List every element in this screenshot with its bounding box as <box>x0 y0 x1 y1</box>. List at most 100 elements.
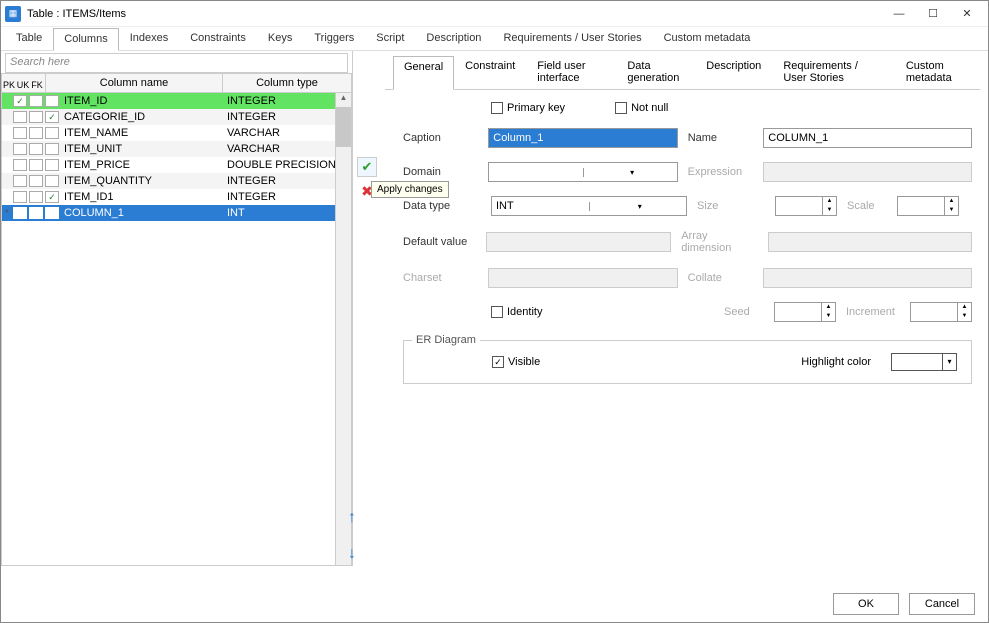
column-type-cell[interactable]: DOUBLE PRECISION <box>223 159 351 171</box>
fk-checkbox[interactable] <box>45 175 59 187</box>
column-type-cell[interactable]: INTEGER <box>223 191 351 203</box>
pk-checkbox[interactable] <box>13 191 27 203</box>
fk-checkbox[interactable] <box>45 191 59 203</box>
table-row[interactable]: ITEM_ID1INTEGER <box>2 189 351 205</box>
scale-spinner[interactable]: ▲▼ <box>897 196 959 216</box>
uk-checkbox[interactable] <box>29 207 43 219</box>
size-spinner[interactable]: ▲▼ <box>775 196 837 216</box>
pk-checkbox[interactable] <box>13 143 27 155</box>
cancel-button[interactable]: Cancel <box>909 593 975 615</box>
header-uk[interactable]: UK <box>16 77 30 89</box>
sub-tab-constraint[interactable]: Constraint <box>454 55 526 89</box>
main-tab-custom-metadata[interactable]: Custom metadata <box>653 27 762 50</box>
apply-button[interactable]: ✔ <box>357 157 377 177</box>
main-tab-columns[interactable]: Columns <box>53 28 118 51</box>
grid-header: PK UK FK Column name Column type <box>1 73 352 93</box>
table-row[interactable]: ITEM_IDINTEGER <box>2 93 351 109</box>
default-input[interactable] <box>486 232 671 252</box>
not-null-checkbox[interactable]: Not null <box>615 102 668 114</box>
pk-checkbox[interactable] <box>13 159 27 171</box>
domain-combo[interactable]: ▾ <box>488 162 677 182</box>
sub-tabs: GeneralConstraintField user interfaceDat… <box>385 55 980 90</box>
table-row[interactable]: ITEM_PRICEDOUBLE PRECISION <box>2 157 351 173</box>
sub-tab-data-generation[interactable]: Data generation <box>616 55 695 89</box>
column-name-cell[interactable]: ITEM_PRICE <box>60 159 223 171</box>
fk-checkbox[interactable] <box>45 95 59 107</box>
uk-checkbox[interactable] <box>29 95 43 107</box>
highlight-color-combo[interactable]: ▾ <box>891 353 957 371</box>
fk-checkbox[interactable] <box>45 127 59 139</box>
column-type-cell[interactable]: VARCHAR <box>223 127 351 139</box>
fk-checkbox[interactable] <box>45 159 59 171</box>
column-name-cell[interactable]: CATEGORIE_ID <box>60 111 223 123</box>
pk-checkbox[interactable] <box>13 111 27 123</box>
sub-tab-custom-metadata[interactable]: Custom metadata <box>895 55 980 89</box>
column-name-cell[interactable]: ITEM_ID <box>60 95 223 107</box>
main-tab-constraints[interactable]: Constraints <box>179 27 257 50</box>
vertical-scrollbar[interactable]: ▲ <box>335 93 351 565</box>
sub-tab-field-user-interface[interactable]: Field user interface <box>526 55 616 89</box>
grid-body: ITEM_IDINTEGERCATEGORIE_IDINTEGERITEM_NA… <box>1 93 352 566</box>
column-name-cell[interactable]: COLUMN_1 <box>60 207 223 219</box>
column-type-cell[interactable]: INTEGER <box>223 95 351 107</box>
fk-checkbox[interactable] <box>45 143 59 155</box>
move-down-button[interactable]: ↓ <box>348 545 356 563</box>
caption-input[interactable] <box>488 128 677 148</box>
move-up-button[interactable]: ↑ <box>348 509 356 527</box>
dialog-buttons: OK Cancel <box>833 593 975 615</box>
main-tab-description[interactable]: Description <box>415 27 492 50</box>
column-type-cell[interactable]: INTEGER <box>223 175 351 187</box>
table-row[interactable]: *COLUMN_1INT <box>2 205 351 221</box>
main-tab-triggers[interactable]: Triggers <box>303 27 365 50</box>
pk-checkbox[interactable] <box>13 95 27 107</box>
table-row[interactable]: ITEM_QUANTITYINTEGER <box>2 173 351 189</box>
uk-checkbox[interactable] <box>29 159 43 171</box>
close-button[interactable]: ✕ <box>950 3 984 25</box>
minimize-button[interactable]: — <box>882 3 916 25</box>
scroll-up-icon[interactable]: ▲ <box>336 93 351 107</box>
ok-button[interactable]: OK <box>833 593 899 615</box>
column-name-cell[interactable]: ITEM_NAME <box>60 127 223 139</box>
visible-checkbox[interactable]: Visible <box>492 356 540 368</box>
table-row[interactable]: ITEM_NAMEVARCHAR <box>2 125 351 141</box>
column-type-cell[interactable]: INTEGER <box>223 111 351 123</box>
uk-checkbox[interactable] <box>29 143 43 155</box>
header-type[interactable]: Column type <box>223 74 351 92</box>
fk-checkbox[interactable] <box>45 207 59 219</box>
sub-tab-description[interactable]: Description <box>695 55 772 89</box>
seed-spinner: ▲▼ <box>774 302 836 322</box>
main-tab-table[interactable]: Table <box>5 27 53 50</box>
uk-checkbox[interactable] <box>29 191 43 203</box>
name-input[interactable] <box>763 128 972 148</box>
header-fk[interactable]: FK <box>30 77 44 89</box>
column-name-cell[interactable]: ITEM_ID1 <box>60 191 223 203</box>
main-tab-keys[interactable]: Keys <box>257 27 303 50</box>
column-name-cell[interactable]: ITEM_UNIT <box>60 143 223 155</box>
main-tab-script[interactable]: Script <box>365 27 415 50</box>
column-type-cell[interactable]: INT <box>223 207 351 219</box>
titlebar: ▦ Table : ITEMS/Items — ☐ ✕ <box>1 1 988 27</box>
sub-tab-general[interactable]: General <box>393 56 454 90</box>
table-row[interactable]: CATEGORIE_IDINTEGER <box>2 109 351 125</box>
sub-tab-requirements-user-stories[interactable]: Requirements / User Stories <box>772 55 895 89</box>
search-input[interactable]: Search here <box>5 53 348 73</box>
uk-checkbox[interactable] <box>29 111 43 123</box>
header-pk[interactable]: PK <box>2 77 16 89</box>
table-row[interactable]: ITEM_UNITVARCHAR <box>2 141 351 157</box>
main-tab-requirements-user-stories[interactable]: Requirements / User Stories <box>492 27 652 50</box>
column-type-cell[interactable]: VARCHAR <box>223 143 351 155</box>
identity-checkbox[interactable]: Identity <box>491 306 542 318</box>
maximize-button[interactable]: ☐ <box>916 3 950 25</box>
fk-checkbox[interactable] <box>45 111 59 123</box>
column-name-cell[interactable]: ITEM_QUANTITY <box>60 175 223 187</box>
main-tab-indexes[interactable]: Indexes <box>119 27 180 50</box>
uk-checkbox[interactable] <box>29 127 43 139</box>
header-name[interactable]: Column name <box>46 74 223 92</box>
scroll-thumb[interactable] <box>336 107 351 147</box>
uk-checkbox[interactable] <box>29 175 43 187</box>
data-type-combo[interactable]: INT▾ <box>491 196 687 216</box>
primary-key-checkbox[interactable]: Primary key <box>491 102 565 114</box>
pk-checkbox[interactable] <box>13 127 27 139</box>
pk-checkbox[interactable] <box>13 175 27 187</box>
pk-checkbox[interactable] <box>13 207 27 219</box>
